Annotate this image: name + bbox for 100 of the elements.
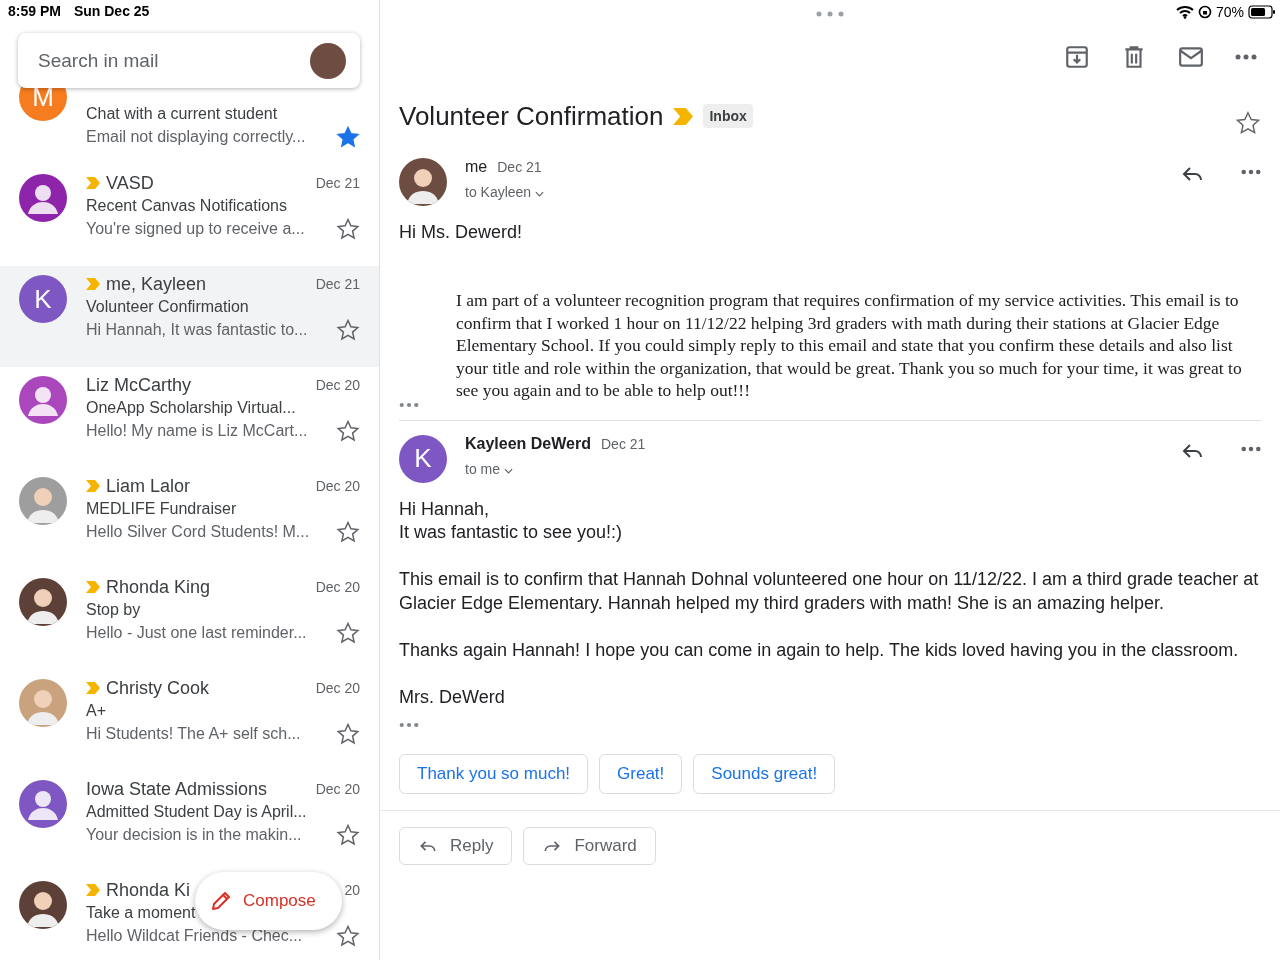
thread-row[interactable]: VASD Dec 21 Recent Canvas Notifications You're signed up to receive a... <box>0 165 379 266</box>
message-sender: me <box>465 158 488 176</box>
message-paragraph: Mrs. DeWerd <box>399 685 506 709</box>
message-date: Dec 21 <box>601 435 646 452</box>
wifi-icon <box>1175 5 1194 19</box>
thread-snippet: Your decision is in the makin... <box>86 826 302 844</box>
message-paragraph: It was fantastic to see you!:) <box>399 520 624 544</box>
star-icon[interactable] <box>1235 110 1261 136</box>
thread-date: Dec 21 <box>315 276 360 292</box>
more-icon[interactable] <box>1241 445 1261 452</box>
pencil-icon <box>209 889 233 913</box>
star-icon[interactable] <box>336 318 360 342</box>
smart-reply-button[interactable]: Sounds great! <box>693 753 836 794</box>
important-marker-icon[interactable] <box>86 480 100 492</box>
important-marker-icon[interactable] <box>86 884 100 896</box>
thread-snippet: Hello! My name is Liz McCart... <box>86 422 308 440</box>
thread-subject: Stop by <box>86 601 141 619</box>
important-marker-icon[interactable] <box>673 107 694 125</box>
thread-subject: Recent Canvas Notifications <box>86 197 287 215</box>
message-paragraph: I am part of a volunteer recognition program that requires confirmation of my service activities. This email is to confirm that I worked 1 hour on 11/12/22 helping 3rd graders with math during their stations at Glacier Edge Elementary School. If you could simply reply to this email and state that you confirm these details and also list your title and role within the organization, that would be great. Thank you so much for your time, it was great to see you again and to be able to help out!!! <box>456 289 1243 402</box>
trimmed-content-icon[interactable] <box>399 721 419 728</box>
multitasking-dots-icon[interactable] <box>816 11 844 17</box>
thread-subject: A+ <box>86 702 106 720</box>
more-icon[interactable] <box>1241 169 1261 175</box>
thread-row[interactable]: Liam Lalor Dec 20 MEDLIFE Fundraiser Hello Silver Cord Students! M... <box>0 468 379 569</box>
thread-subject: Volunteer Confirmation <box>86 298 249 316</box>
thread-date: Dec 20 <box>315 680 360 696</box>
thread-date: Dec 20 <box>315 377 360 393</box>
thread-date: 20 <box>344 882 360 898</box>
thread-date: Dec 20 <box>315 781 360 797</box>
smart-reply-button[interactable]: Thank you so much! <box>399 753 589 794</box>
star-icon[interactable] <box>336 419 360 443</box>
thread-row[interactable]: Iowa State Admissions Dec 20 Admitted Student Day is April... Your decision is in the makin... <box>0 771 379 872</box>
thread-subject: MEDLIFE Fundraiser <box>86 500 237 518</box>
search-field[interactable]: Search in mail <box>18 33 360 88</box>
conversation-title: Volunteer Confirmation <box>399 100 664 132</box>
thread-snippet: Hello - Just one last reminder... <box>86 624 307 642</box>
thread-snippet: Hello Silver Cord Students! M... <box>86 523 310 541</box>
mail-icon[interactable] <box>1178 44 1204 70</box>
sender-name: Iowa State Admissions <box>86 778 268 800</box>
thread-date: Dec 20 <box>315 478 360 494</box>
important-marker-icon[interactable] <box>86 177 100 189</box>
message-sender: Kayleen DeWerd <box>465 434 591 453</box>
reply-button[interactable]: Reply <box>399 826 513 865</box>
more-icon[interactable] <box>1235 54 1257 60</box>
thread-row[interactable]: Rhonda King Dec 20 Stop by Hello - Just one last reminder... <box>0 569 379 670</box>
avatar: K <box>19 275 67 323</box>
thread-subject: Chat with a current student <box>86 105 278 123</box>
important-marker-icon[interactable] <box>86 278 100 290</box>
star-icon[interactable] <box>336 823 360 847</box>
trimmed-content-icon[interactable] <box>399 401 419 408</box>
smart-reply-button[interactable]: Great! <box>599 753 683 794</box>
thread-snippet: Hi Hannah, It was fantastic to... <box>86 321 308 339</box>
thread-row[interactable]: Christy Cook Dec 20 A+ Hi Students! The A+ self sch... <box>0 670 379 771</box>
sender-name: VASD <box>106 172 154 194</box>
thread-snippet: Hi Students! The A+ self sch... <box>86 725 301 743</box>
thread-subject: Take a moment <box>86 904 196 922</box>
star-icon[interactable] <box>336 621 360 645</box>
sender-name: Liz McCarthy <box>86 374 192 396</box>
thread-subject: Admitted Student Day is April... <box>86 803 307 821</box>
compose-floating-button[interactable]: Compose <box>195 872 342 930</box>
filled-star-icon[interactable] <box>336 125 360 149</box>
avatar: K <box>399 434 447 483</box>
chevron-down-icon[interactable] <box>503 467 513 474</box>
message-greeting: Hi Hannah, <box>399 498 491 520</box>
thread-row[interactable]: Rhonda Ki 20 Compose Take a moment Hello Wildcat Friends - Chec... <box>0 872 379 960</box>
battery-percent: 70% <box>1215 4 1244 20</box>
message-paragraph: Thanks again Hannah! I hope you can come in again to help. The kids loved having you in the classroom. <box>399 638 1240 662</box>
search-placeholder: Search in mail <box>38 49 159 72</box>
account-avatar[interactable] <box>310 42 346 79</box>
recipient-details[interactable]: to me <box>465 460 1163 477</box>
thread-row[interactable]: Liz McCarthy Dec 20 OneApp Scholarship Virtual... Hello! My name is Liz McCart... <box>0 367 379 468</box>
star-icon[interactable] <box>336 520 360 544</box>
sender-name: Rhonda King <box>106 576 211 598</box>
thread-snippet: Hello Wildcat Friends - Chec... <box>86 927 303 945</box>
sender-name: me, Kayleen <box>106 273 207 295</box>
thread-subject: OneApp Scholarship Virtual... <box>86 399 296 417</box>
star-icon[interactable] <box>336 722 360 746</box>
message-paragraph: This email is to confirm that Hannah Dohnal volunteered one hour on 11/12/22. I am a third grade teacher at Glacier Edge Elementary. Hannah helped my third graders with math! She is an amazing helper. <box>399 567 1260 615</box>
sender-name: Rhonda Ki <box>106 879 191 901</box>
important-marker-icon[interactable] <box>86 581 100 593</box>
important-marker-icon[interactable] <box>86 682 100 694</box>
star-icon[interactable] <box>336 217 360 241</box>
thread-snippet: Email not displaying correctly... <box>86 128 306 146</box>
battery-icon <box>1248 5 1276 19</box>
thread-snippet: You're signed up to receive a... <box>86 220 305 238</box>
chevron-down-icon[interactable] <box>535 191 545 197</box>
star-icon[interactable] <box>336 924 360 948</box>
recipient-details[interactable]: to Kayleen <box>465 184 1163 200</box>
message-date: Dec 21 <box>497 159 542 175</box>
archive-icon[interactable] <box>1064 44 1090 70</box>
sender-name: Liam Lalor <box>106 475 191 497</box>
thread-row[interactable]: K me, Kayleen Dec 21 Volunteer Confirmation Hi Hannah, It was fantastic to... <box>0 266 379 367</box>
thread-date: Dec 20 <box>315 579 360 595</box>
status-date: Sun Dec 25 <box>73 3 150 19</box>
label-chip[interactable]: Inbox <box>703 104 753 128</box>
forward-button[interactable]: Forward <box>523 826 656 865</box>
rotation-lock-icon <box>1197 5 1212 19</box>
status-time: 8:59 PM <box>8 3 61 19</box>
sender-name: Christy Cook <box>106 677 210 699</box>
